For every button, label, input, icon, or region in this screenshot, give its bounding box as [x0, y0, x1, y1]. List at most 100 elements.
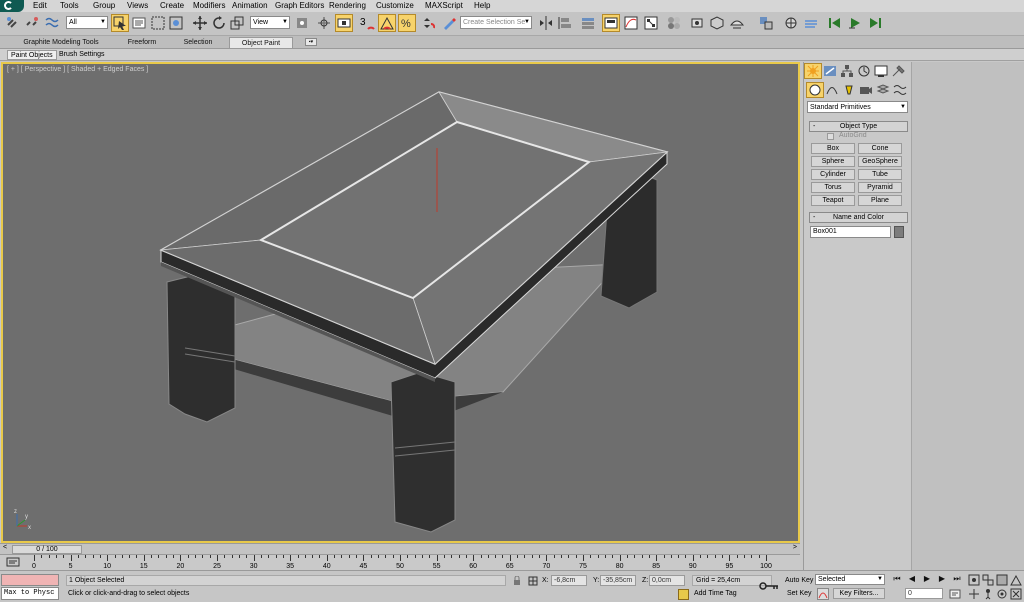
tube-button[interactable]: Tube: [858, 169, 902, 180]
cameras-category-icon[interactable]: [858, 83, 874, 97]
fog-icon[interactable]: [803, 15, 819, 31]
pivot-center-icon[interactable]: [294, 15, 310, 31]
link-icon[interactable]: [5, 15, 21, 31]
time-configuration-icon[interactable]: [949, 588, 961, 600]
spacewarps-category-icon[interactable]: [892, 83, 908, 97]
modify-tab-icon[interactable]: [822, 64, 838, 78]
angle-snap-icon[interactable]: [378, 14, 396, 32]
next-frame-icon[interactable]: [867, 15, 883, 31]
geosphere-button[interactable]: GeoSphere: [858, 156, 902, 167]
edit-named-selection-icon[interactable]: [441, 15, 457, 31]
keyboard-shortcut-override-icon[interactable]: [335, 14, 353, 32]
go-to-end-icon[interactable]: ⏭: [951, 574, 963, 584]
container-icon[interactable]: [758, 15, 774, 31]
schematic-view-icon[interactable]: [643, 15, 659, 31]
display-tab-icon[interactable]: [873, 64, 889, 78]
hierarchy-tab-icon[interactable]: [839, 64, 855, 78]
current-frame-field[interactable]: 0: [905, 588, 943, 599]
box-button[interactable]: Box: [811, 143, 855, 154]
field-of-view-icon[interactable]: [1010, 574, 1022, 586]
window-crossing-icon[interactable]: [168, 15, 184, 31]
time-slider-next[interactable]: >: [793, 544, 797, 551]
scale-icon[interactable]: [229, 15, 245, 31]
time-slider[interactable]: < 0 / 100 >: [0, 543, 800, 554]
viewport-label[interactable]: [ + ] [ Perspective ] [ Shaded + Edged F…: [7, 66, 148, 73]
create-tab-icon[interactable]: [804, 63, 822, 79]
pan-view-icon[interactable]: [968, 588, 980, 600]
torus-button[interactable]: Torus: [811, 182, 855, 193]
autogrid-checkbox[interactable]: [827, 133, 834, 140]
name-and-color-rollout-header[interactable]: - Name and Color: [809, 212, 908, 223]
zoom-extents-all-icon[interactable]: [996, 574, 1008, 586]
menu-help[interactable]: Help: [474, 1, 490, 10]
lights-category-icon[interactable]: [841, 83, 857, 97]
set-key-button[interactable]: Set Key: [787, 590, 812, 597]
menu-maxscript[interactable]: MAXScript: [425, 1, 463, 10]
object-color-swatch[interactable]: [894, 226, 904, 238]
key-filters-button[interactable]: Key Filters...: [833, 588, 885, 599]
helpers-category-icon[interactable]: [875, 83, 891, 97]
menu-tools[interactable]: Tools: [60, 1, 79, 10]
reference-coordinate-dropdown[interactable]: View ▼: [250, 16, 290, 29]
select-manipulate-icon[interactable]: [316, 15, 332, 31]
maxscript-listener-input[interactable]: Max to Physc: [1, 587, 59, 600]
ribbon-options-button[interactable]: ▪▾: [305, 38, 317, 46]
sphere-button[interactable]: Sphere: [811, 156, 855, 167]
teapot-button[interactable]: Teapot: [811, 195, 855, 206]
menu-animation[interactable]: Animation: [232, 1, 268, 10]
tab-selection[interactable]: Selection: [172, 37, 224, 48]
rotate-icon[interactable]: [211, 15, 227, 31]
render-setup-icon[interactable]: [689, 15, 705, 31]
snaps-toggle-icon[interactable]: 3: [359, 15, 375, 31]
time-slider-prev[interactable]: <: [3, 544, 7, 551]
time-tag-icon[interactable]: [678, 589, 689, 600]
front-leg[interactable]: [390, 371, 456, 533]
application-button[interactable]: [0, 0, 24, 12]
z-coordinate-field[interactable]: 0,0cm: [649, 575, 685, 586]
x-coordinate-field[interactable]: -6,8cm: [551, 575, 587, 586]
tab-graphite-modeling-tools[interactable]: Graphite Modeling Tools: [8, 37, 114, 48]
named-selection-set-dropdown[interactable]: Create Selection Se ▼: [460, 16, 532, 29]
primitive-category-dropdown[interactable]: Standard Primitives ▼: [807, 101, 908, 113]
rendered-frame-window-icon[interactable]: [709, 15, 725, 31]
bind-spacewarp-icon[interactable]: [44, 15, 60, 31]
play-animation-icon[interactable]: [847, 15, 863, 31]
select-object-icon[interactable]: [111, 14, 129, 32]
shapes-category-icon[interactable]: [824, 83, 840, 97]
utilities-tab-icon[interactable]: [890, 64, 906, 78]
graphite-toggle-icon[interactable]: [602, 14, 620, 32]
cylinder-button[interactable]: Cylinder: [811, 169, 855, 180]
cone-button[interactable]: Cone: [858, 143, 902, 154]
maxscript-listener-output[interactable]: [1, 574, 59, 586]
walk-through-icon[interactable]: [982, 588, 994, 600]
selection-lock-icon[interactable]: [512, 576, 522, 586]
render-production-icon[interactable]: [729, 15, 745, 31]
tab-freeform[interactable]: Freeform: [118, 37, 166, 48]
panel-paint-objects[interactable]: Paint Objects: [7, 50, 57, 60]
tab-object-paint[interactable]: Object Paint: [229, 37, 293, 48]
default-in-out-tangents-icon[interactable]: [817, 588, 829, 600]
material-editor-icon[interactable]: [666, 15, 682, 31]
previous-frame-icon[interactable]: [827, 15, 843, 31]
play-button-icon[interactable]: ▶: [921, 574, 933, 584]
add-time-tag[interactable]: Add Time Tag: [694, 590, 737, 597]
object-type-rollout-header[interactable]: - Object Type: [809, 121, 908, 132]
menu-customize[interactable]: Customize: [376, 1, 414, 10]
spinner-snap-icon[interactable]: [419, 15, 435, 31]
unlink-icon[interactable]: [24, 15, 40, 31]
panel-brush-settings[interactable]: Brush Settings: [56, 50, 108, 60]
menu-rendering[interactable]: Rendering: [329, 1, 366, 10]
back-left-leg[interactable]: [166, 273, 236, 423]
pyramid-button[interactable]: Pyramid: [858, 182, 902, 193]
zoom-all-icon[interactable]: [982, 574, 994, 586]
percent-snap-icon[interactable]: %: [398, 14, 416, 32]
go-to-start-icon[interactable]: ⏮: [891, 574, 903, 584]
menu-views[interactable]: Views: [127, 1, 148, 10]
geometry-category-icon[interactable]: [806, 82, 824, 98]
maximize-viewport-icon[interactable]: [1010, 588, 1022, 600]
next-frame-button-icon[interactable]: ▶: [936, 574, 948, 584]
set-key-icon[interactable]: [758, 579, 780, 593]
curve-editor-icon[interactable]: [623, 15, 639, 31]
absolute-mode-icon[interactable]: [528, 576, 538, 586]
y-coordinate-field[interactable]: -35,85cm: [600, 575, 636, 586]
